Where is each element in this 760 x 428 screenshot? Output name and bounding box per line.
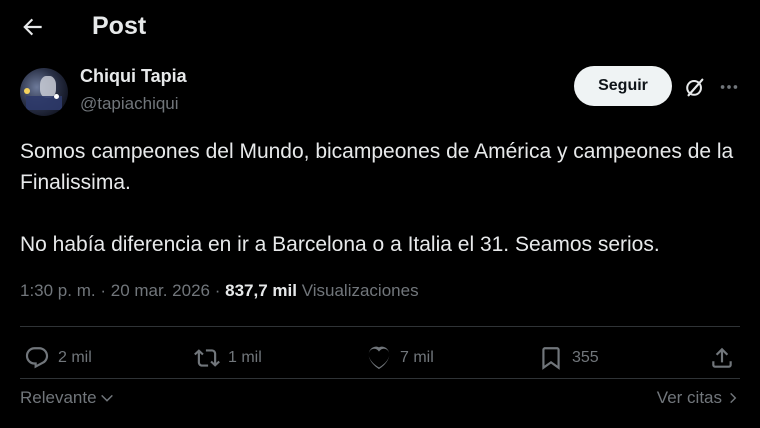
reply-count: 2 mil [58,349,92,366]
views-label: Visualizaciones [301,281,419,300]
meta-separator: · [100,281,107,300]
like-count: 7 mil [400,349,434,366]
avatar[interactable] [20,68,68,116]
divider [20,326,740,327]
tweet-text: Somos campeones del Mundo, bicampeones d… [20,136,750,260]
view-quotes-label: Ver citas [656,388,722,407]
like-button[interactable]: 7 mil [366,342,434,374]
bookmark-icon [542,347,560,370]
meta-separator: · [214,281,221,300]
repost-button[interactable]: 1 mil [194,342,262,374]
sort-replies-dropdown[interactable]: Relevante [20,388,115,408]
avatar-light-2 [54,94,59,99]
reply-icon [25,347,49,369]
author-name[interactable]: Chiqui Tapia [80,66,187,87]
bookmark-count: 355 [572,349,599,366]
repost-icon [194,349,220,367]
view-quotes-link[interactable]: Ver citas [657,388,740,408]
reply-button[interactable]: 2 mil [24,342,92,374]
tweet-time[interactable]: 1:30 p. m. [20,281,96,300]
heart-icon [368,346,390,369]
share-button[interactable] [709,342,735,374]
tweet-date[interactable]: 20 mar. 2026 [111,281,210,300]
bookmark-button[interactable]: 355 [538,342,599,374]
repost-count: 1 mil [228,349,262,366]
views-count: 837,7 mil [225,281,297,300]
author-handle[interactable]: @tapiachiqui [80,94,179,114]
grok-icon[interactable] [684,76,706,98]
header-bar: Post [0,0,760,56]
chevron-right-icon [730,392,737,404]
avatar-light [24,88,30,94]
tweet-meta: 1:30 p. m. · 20 mar. 2026 · 837,7 mil Vi… [20,281,419,301]
chevron-down-icon [100,394,113,402]
divider [20,378,740,379]
tweet-paragraph: No había diferencia en ir a Barcelona o … [20,233,660,256]
arrow-left-icon[interactable] [20,14,46,40]
more-horizontal-icon[interactable] [718,76,740,98]
follow-button[interactable]: Seguir [574,66,672,106]
action-bar: 2 mil 1 mil 7 mil 355 [0,342,760,374]
tweet-paragraph: Somos campeones del Mundo, bicampeones d… [20,140,734,194]
page-title: Post [92,12,147,40]
sort-label: Relevante [20,388,97,407]
share-icon [712,347,732,368]
